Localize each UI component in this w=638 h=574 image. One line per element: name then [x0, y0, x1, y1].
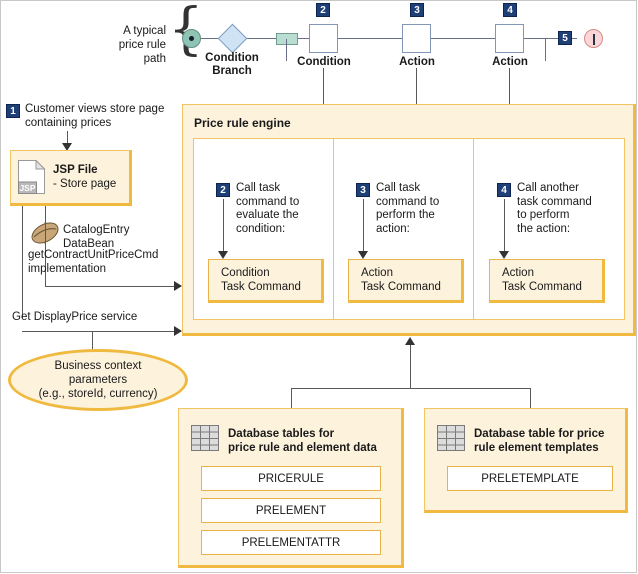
service-connector-line [22, 331, 181, 332]
node-caption-action-1: Action [399, 56, 435, 68]
action-task-command-box-2: Action Task Command [489, 259, 605, 303]
jsp-subtitle-label: - Store page [53, 178, 117, 190]
path-chip-icon [276, 33, 298, 45]
db-trunk-line [410, 342, 411, 389]
path-node-condition [309, 24, 338, 53]
db-branch-left [291, 388, 292, 410]
catalog-entry-databean-label: CatalogEntry DataBean [63, 224, 130, 250]
business-context-oval: Business context parameters (e.g., store… [8, 349, 188, 411]
engine-arrowhead-4 [499, 251, 509, 259]
path-end-icon [584, 29, 603, 48]
engine-step-text-4: Call another task command to perform the… [517, 182, 592, 235]
db-branch-right [530, 388, 531, 410]
engine-stem-4 [504, 199, 505, 253]
engine-arrowhead-2 [218, 251, 228, 259]
database-panel-title-2: Database table for price rule element te… [474, 428, 605, 454]
path-chip-stem [286, 39, 287, 61]
action-task-command-box-1: Action Task Command [348, 259, 464, 303]
jsp-file-title: JSP File - Store page [53, 163, 116, 191]
path-node-action-2 [495, 24, 524, 53]
engine-arrowhead-3 [358, 251, 368, 259]
jsp-left-stem [22, 206, 23, 318]
engine-step-badge-3: 3 [356, 183, 370, 197]
database-tables-panel-2 [424, 408, 628, 513]
path-label: A typical price rule path [118, 25, 166, 65]
get-contract-unit-price-cmd-label: getContractUnitPriceCmd implementation [28, 249, 159, 275]
cmd-connector-arrowhead [174, 281, 182, 291]
path-node-action-1 [402, 24, 431, 53]
database-table-icon-1 [191, 425, 219, 451]
condition-task-command-box: Condition Task Command [208, 259, 324, 303]
left-step-badge-1: 1 [6, 104, 20, 118]
cmd-connector-line [45, 286, 181, 287]
db-table-row-pricerule: PRICERULE [201, 466, 381, 491]
condition-branch-diamond-icon [217, 23, 248, 54]
engine-divider-2 [473, 138, 474, 320]
db-table-row-prelement: PRELEMENT [201, 498, 381, 523]
engine-step-text-2: Call task command to evaluate the condit… [236, 182, 300, 235]
engine-stem-3 [363, 199, 364, 253]
db-table-row-prelementattr: PRELEMENTATTR [201, 530, 381, 555]
path-step-badge-2: 2 [316, 3, 330, 17]
database-panel-title-1: Database tables for price rule and eleme… [228, 428, 377, 454]
node-caption-condition-branch: Condition Branch [205, 52, 259, 77]
engine-divider-1 [333, 138, 334, 320]
price-rule-path-group: A typical price rule path { Condition Br… [0, 0, 638, 92]
service-connector-arrowhead [174, 326, 182, 336]
engine-step-badge-2: 2 [216, 183, 230, 197]
path-step-badge-3: 3 [410, 3, 424, 17]
path-start-icon [182, 29, 201, 48]
jsp-file-icon: JSP [18, 160, 45, 194]
engine-title: Price rule engine [194, 116, 291, 130]
node-caption-action-2: Action [492, 56, 528, 68]
get-displayprice-service-label: Get DisplayPrice service [12, 311, 138, 323]
database-table-icon-2 [437, 425, 465, 451]
engine-stem-2 [223, 199, 224, 253]
path-step-badge-5: 5 [558, 31, 572, 45]
left-step-text-1: Customer views store page containing pri… [25, 103, 165, 129]
engine-step-text-3: Call task command to perform the action: [376, 182, 440, 235]
path-step-badge-4: 4 [503, 3, 517, 17]
db-table-row-preletemplate: PRELETEMPLATE [447, 466, 613, 491]
db-trunk-arrowhead [405, 337, 415, 345]
db-branch-line [291, 388, 531, 389]
path-end-stem [545, 39, 546, 61]
svg-text:JSP: JSP [19, 183, 35, 193]
jsp-title-label: JSP File [53, 164, 98, 176]
engine-step-badge-4: 4 [497, 183, 511, 197]
node-caption-condition: Condition [297, 56, 351, 68]
